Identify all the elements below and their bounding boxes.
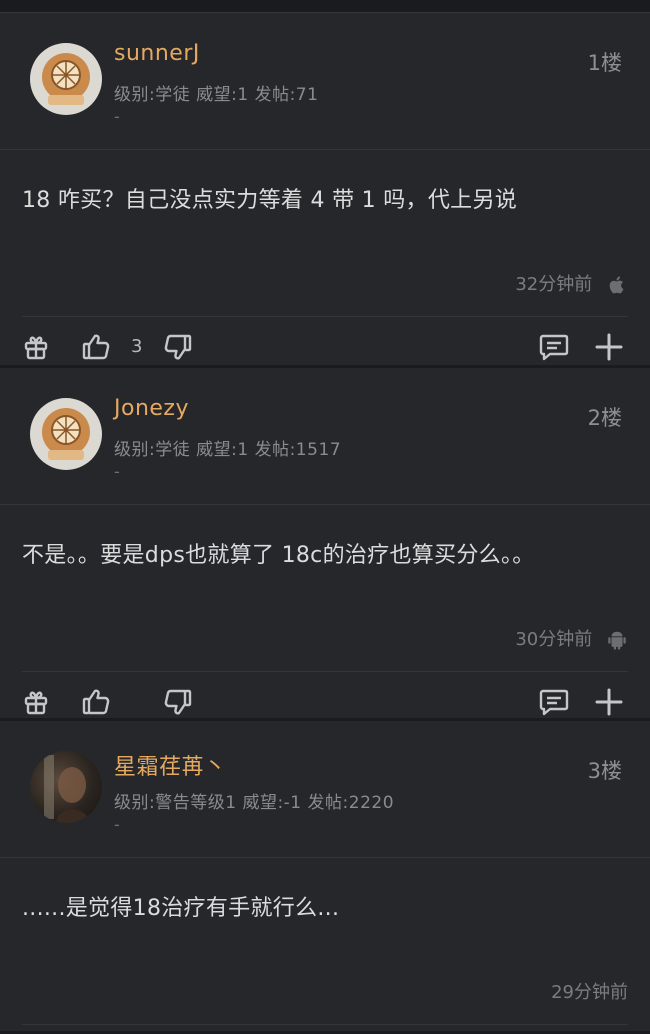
username[interactable]: 星霜荏苒丶 (114, 749, 227, 781)
comment-button[interactable] (538, 331, 570, 363)
dislike-button[interactable] (162, 686, 194, 718)
dislike-button[interactable] (162, 331, 194, 363)
reply-post: Jonezy 级别:学徒 威望:1 发帖:1517 - 2楼 不是。。要是dps… (0, 368, 650, 721)
add-button[interactable] (593, 331, 625, 363)
android-icon (606, 629, 628, 651)
like-button[interactable] (80, 331, 112, 363)
thumbs-up-icon (82, 334, 110, 360)
post-time: 30分钟前 (515, 629, 593, 650)
diving-helmet-icon (42, 408, 90, 460)
post-content: ......是觉得18治疗有手就行么... (22, 896, 340, 921)
signature: - (114, 462, 120, 481)
diving-helmet-icon (42, 53, 90, 105)
post-header: Jonezy 级别:学徒 威望:1 发帖:1517 - 2楼 (0, 368, 650, 505)
user-photo-icon (44, 755, 90, 823)
avatar[interactable] (30, 751, 102, 823)
user-stats: 级别:学徒 威望:1 发帖:1517 (114, 440, 342, 460)
reply-post: sunnerJ 级别:学徒 威望:1 发帖:71 - 1楼 18 咋买？自己没点… (0, 13, 650, 368)
post-content: 不是。。要是dps也就算了 18c的治疗也算买分么。。 (22, 543, 535, 568)
post-content: 18 咋买？自己没点实力等着 4 带 1 吗，代上另说 (22, 188, 518, 213)
avatar[interactable] (30, 43, 102, 115)
post-header: 星霜荏苒丶 级别:警告等级1 威望:-1 发帖:2220 - 3楼 (0, 721, 650, 858)
username[interactable]: Jonezy (114, 396, 189, 421)
divider (22, 1024, 628, 1025)
gift-icon (24, 691, 48, 715)
like-button[interactable] (80, 686, 112, 718)
gift-icon (24, 336, 48, 360)
comment-button[interactable] (538, 686, 570, 718)
apple-icon (606, 274, 628, 296)
signature: - (114, 815, 120, 834)
post-time: 32分钟前 (515, 274, 593, 295)
post-time-row: 32分钟前 (0, 268, 650, 302)
thumbs-down-icon (164, 334, 192, 360)
thumbs-down-icon (164, 689, 192, 715)
floor-number: 3楼 (587, 759, 622, 783)
floor-number: 2楼 (587, 406, 622, 430)
reply-post: 星霜荏苒丶 级别:警告等级1 威望:-1 发帖:2220 - 3楼 ......… (0, 721, 650, 1034)
top-bar (0, 0, 650, 13)
thumbs-up-icon (82, 689, 110, 715)
avatar[interactable] (30, 398, 102, 470)
post-time-row: 29分钟前 (0, 976, 650, 1010)
comment-icon (539, 689, 569, 716)
add-button[interactable] (593, 686, 625, 718)
username[interactable]: sunnerJ (114, 41, 200, 66)
post-time-row: 30分钟前 (0, 623, 650, 657)
post-header: sunnerJ 级别:学徒 威望:1 发帖:71 - 1楼 (0, 13, 650, 150)
plus-icon (595, 333, 623, 361)
post-time: 29分钟前 (551, 982, 628, 1003)
user-stats: 级别:警告等级1 威望:-1 发帖:2220 (114, 793, 395, 813)
gift-button[interactable] (20, 331, 52, 363)
plus-icon (595, 688, 623, 716)
comment-icon (539, 334, 569, 361)
floor-number: 1楼 (587, 51, 622, 75)
signature: - (114, 107, 120, 126)
like-count: 3 (131, 336, 143, 357)
gift-button[interactable] (20, 686, 52, 718)
user-stats: 级别:学徒 威望:1 发帖:71 (114, 85, 319, 105)
